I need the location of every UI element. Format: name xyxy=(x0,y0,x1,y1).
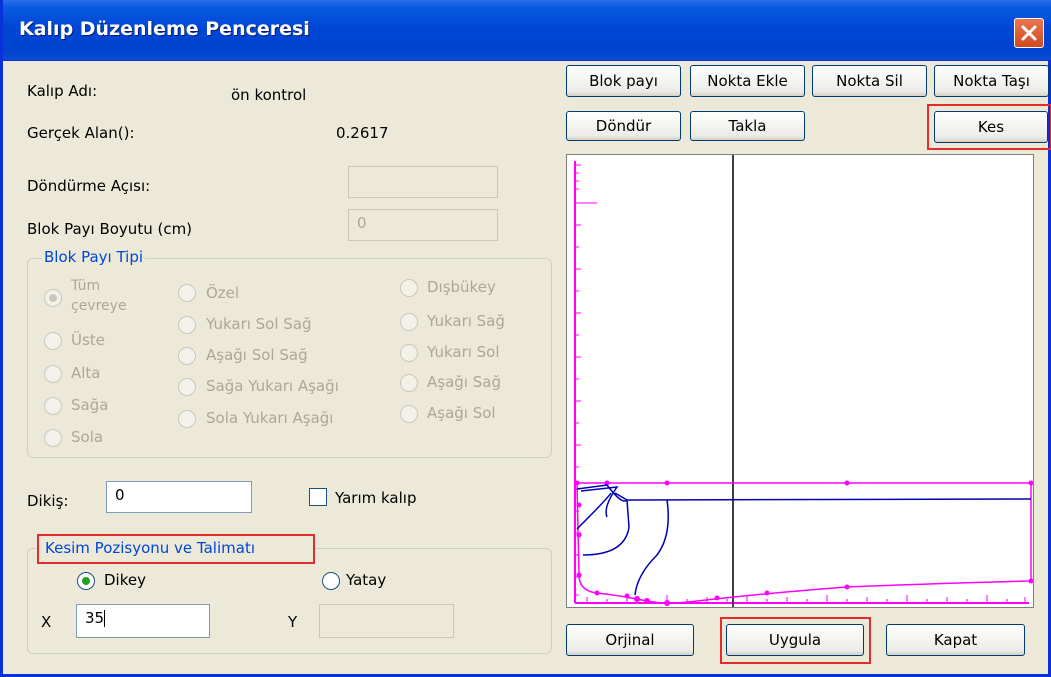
block-type-title: Blok Payı Tipi xyxy=(42,248,146,266)
allowance-outline xyxy=(576,482,1032,604)
mold-name-label: Kalıp Adı: xyxy=(27,82,98,100)
radio-right-label: Sağa xyxy=(71,396,109,414)
move-point-button[interactable]: Nokta Taşı xyxy=(934,65,1049,97)
x-input-value: 35 xyxy=(85,609,105,627)
block-size-input[interactable]: 0 xyxy=(348,209,498,241)
radio-down-left[interactable] xyxy=(400,405,418,423)
radio-left[interactable] xyxy=(44,429,62,447)
radio-vertical-label: Dikey xyxy=(104,571,146,589)
radio-dot xyxy=(49,294,57,302)
radio-convex[interactable] xyxy=(400,279,418,297)
x-label: X xyxy=(41,613,52,631)
radio-up-left-label: Yukarı Sol xyxy=(427,343,500,361)
radio-custom[interactable] xyxy=(178,284,196,302)
radio-right-up-down[interactable] xyxy=(178,378,196,396)
text-cursor xyxy=(104,610,106,627)
radio-horizontal-label: Yatay xyxy=(346,571,387,589)
radio-down-left-right-label: Aşağı Sol Sağ xyxy=(206,346,308,364)
y-input[interactable] xyxy=(319,604,454,638)
close-window-button[interactable] xyxy=(1014,18,1044,48)
x-input[interactable]: 35 xyxy=(76,604,210,638)
radio-top[interactable] xyxy=(44,332,62,350)
radio-all-around[interactable] xyxy=(44,289,62,307)
radio-vertical[interactable] xyxy=(77,572,95,590)
title-bar[interactable]: Kalıp Düzenleme Penceresi xyxy=(3,0,1051,61)
apply-button[interactable]: Uygula xyxy=(726,624,864,656)
radio-left-up-down[interactable] xyxy=(178,410,196,428)
radio-left-up-down-label: Sola Yukarı Aşağı xyxy=(206,409,334,427)
rotate-button[interactable]: Döndür xyxy=(566,111,681,141)
block-allowance-button[interactable]: Blok payı xyxy=(566,65,681,97)
radio-up-left[interactable] xyxy=(400,344,418,362)
pattern-canvas[interactable] xyxy=(566,154,1034,608)
seam-label: Dikiş: xyxy=(27,492,69,510)
radio-down-right[interactable] xyxy=(400,374,418,392)
half-mold-checkbox[interactable] xyxy=(309,488,327,506)
cut-position-title: Kesim Pozisyonu ve Talimatı xyxy=(43,539,257,557)
radio-up-right-label: Yukarı Sağ xyxy=(427,312,505,330)
radio-top-label: Üste xyxy=(71,331,105,349)
rotation-angle-label: Döndürme Açısı: xyxy=(27,177,151,195)
radio-bottom[interactable] xyxy=(44,365,62,383)
radio-down-right-label: Aşağı Sağ xyxy=(427,373,501,391)
radio-dot xyxy=(82,577,90,585)
area-value: 0.2617 xyxy=(336,124,389,142)
pattern-lines xyxy=(576,484,1032,596)
radio-right[interactable] xyxy=(44,397,62,415)
block-size-label: Blok Payı Boyutu (cm) xyxy=(27,220,193,238)
flip-button[interactable]: Takla xyxy=(690,111,805,141)
radio-down-left-right[interactable] xyxy=(178,347,196,365)
mold-name-value: ön kontrol xyxy=(231,86,307,104)
radio-down-left-label: Aşağı Sol xyxy=(427,404,496,422)
seam-input[interactable]: 0 xyxy=(106,481,252,513)
radio-custom-label: Özel xyxy=(206,284,240,302)
area-label: Gerçek Alan(): xyxy=(27,124,135,142)
radio-convex-label: Dışbükey xyxy=(427,278,496,296)
radio-left-label: Sola xyxy=(71,428,104,446)
add-point-button[interactable]: Nokta Ekle xyxy=(690,65,805,97)
radio-horizontal[interactable] xyxy=(322,572,340,590)
dialog-window: Kalıp Düzenleme Penceresi Kalıp Adı: ön … xyxy=(0,0,1051,677)
radio-up-left-right[interactable] xyxy=(178,316,196,334)
radio-bottom-label: Alta xyxy=(71,364,101,382)
y-label: Y xyxy=(288,613,298,631)
radio-right-up-down-label: Sağa Yukarı Aşağı xyxy=(206,377,339,395)
radio-up-left-right-label: Yukarı Sol Sağ xyxy=(206,315,312,333)
radio-all-around-label-1: Tüm xyxy=(71,278,101,294)
delete-point-button[interactable]: Nokta Sil xyxy=(812,65,927,97)
radio-all-around-label-2: çevreye xyxy=(71,298,127,314)
close-icon xyxy=(1021,25,1037,41)
radio-up-right[interactable] xyxy=(400,313,418,331)
rotation-angle-input[interactable] xyxy=(348,166,498,198)
close-button[interactable]: Kapat xyxy=(886,624,1025,656)
cut-button[interactable]: Kes xyxy=(934,111,1048,143)
half-mold-label: Yarım kalıp xyxy=(335,489,417,507)
window-title: Kalıp Düzenleme Penceresi xyxy=(19,18,310,40)
original-button[interactable]: Orjinal xyxy=(566,624,694,656)
pattern-drawing xyxy=(574,155,1034,607)
